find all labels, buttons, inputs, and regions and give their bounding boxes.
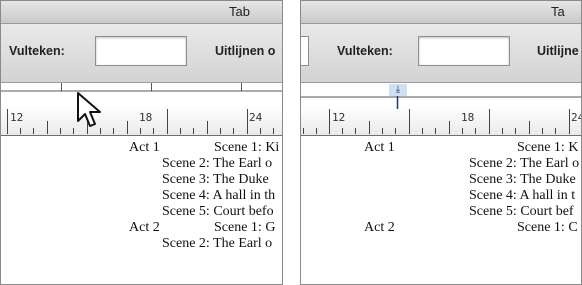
act-label: Act 1 <box>129 140 160 155</box>
panel-title: Tab <box>229 4 250 19</box>
tab-ruler[interactable]: ⤓ 12 18 2 <box>301 83 581 136</box>
tab-controls: Vulteken: Uitlijne <box>301 24 581 83</box>
scene-line: Scene 4: A hall in t <box>469 188 576 203</box>
ruler-label: 18 <box>139 111 153 124</box>
ruler-ticks <box>1 83 282 134</box>
tabs-panel-left: Tab Vulteken: Uitlijnen o 12 18 24 Act 1… <box>0 0 283 285</box>
scene-line: Scene 4: A hall in th <box>162 188 276 203</box>
tab-controls: Vulteken: Uitlijnen o <box>1 24 282 83</box>
panel-titlebar: Tab <box>1 1 282 24</box>
text-content: Act 1 Scene 1: K Scene 2: The Earl o Sce… <box>301 136 581 284</box>
scene-line: Scene 5: Court bef <box>469 204 574 219</box>
panel-title: Ta <box>551 4 565 19</box>
align-label: Uitlijne <box>537 44 579 58</box>
scene-line: Scene 5: Court befo <box>162 204 274 219</box>
ruler-ticks <box>301 96 581 134</box>
panel-titlebar: Ta <box>301 1 581 24</box>
scene-line: Scene 1: K <box>517 140 579 155</box>
act-label: Act 2 <box>364 220 395 235</box>
ruler-label: 24 <box>571 111 581 124</box>
scene-line: Scene 2: The Earl o <box>162 156 273 171</box>
scene-line: Scene 3: The Duke <box>469 172 576 187</box>
text-content: Act 1 Scene 1: Ki Scene 2: The Earl o Sc… <box>1 136 282 284</box>
scene-line: Scene 1: G <box>214 220 276 235</box>
fill-label: Vulteken: <box>337 44 393 58</box>
scene-line: Scene 1: C <box>517 220 578 235</box>
tab-ruler[interactable]: 12 18 24 <box>1 83 282 136</box>
scene-line: Scene 2: The Earl o <box>469 156 580 171</box>
ruler-label: 12 <box>332 111 346 124</box>
tabs-panel-right: Ta Vulteken: Uitlijne ⤓ 12 18 2 Act 1 Sc… <box>300 0 582 285</box>
fill-label: Vulteken: <box>9 44 65 58</box>
scene-line: Scene 2: The Earl o <box>162 236 273 251</box>
ruler-label: 12 <box>10 111 24 124</box>
scene-line: Scene 1: Ki <box>214 140 280 155</box>
fill-input[interactable] <box>95 36 187 66</box>
act-label: Act 2 <box>129 220 160 235</box>
ruler-label: 24 <box>249 111 263 124</box>
act-label: Act 1 <box>364 140 395 155</box>
input-edge <box>301 36 309 66</box>
fill-input[interactable] <box>418 36 510 66</box>
align-label: Uitlijnen o <box>215 44 276 58</box>
ruler-label: 18 <box>461 111 475 124</box>
arrow-pointer-icon <box>77 92 101 127</box>
scene-line: Scene 3: The Duke <box>162 172 269 187</box>
